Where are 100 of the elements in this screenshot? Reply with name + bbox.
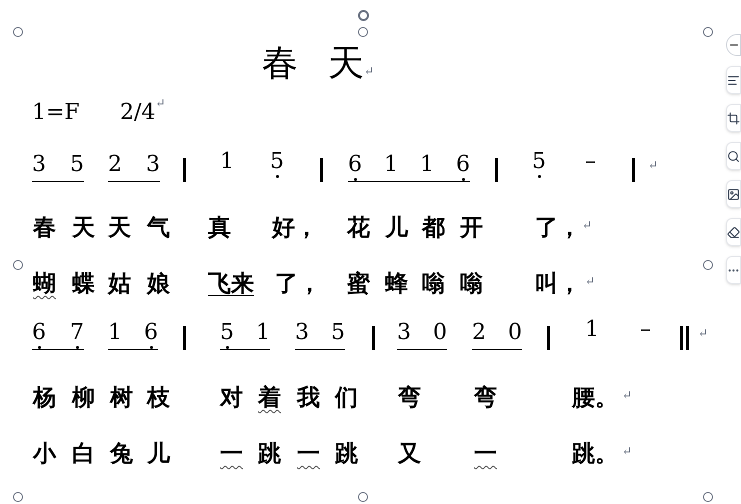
toolbar-button[interactable] (726, 142, 741, 170)
search-icon (727, 150, 740, 162)
lyric-syllable: 娘 (147, 270, 170, 297)
lyric-syllable: 花 (347, 214, 370, 241)
paragraph-mark: ↵ (648, 158, 658, 172)
lyric-syllable: 跳。 (572, 440, 618, 467)
lyric-syllable: 嗡 (422, 270, 445, 297)
lyric-syllable: 春 (33, 214, 56, 241)
song-title: 春 (262, 46, 298, 82)
lyric-syllable: 跳 (335, 440, 358, 467)
paragraph-mark: ↵ (585, 274, 596, 288)
lyric-syllable: 开 (460, 214, 483, 241)
paragraph-mark: ↵ (698, 326, 708, 340)
note: 5 (532, 151, 546, 178)
paragraph-mark: ↵ (622, 388, 632, 402)
paragraph-mark: ↵ (364, 64, 374, 78)
rotate-handle[interactable] (358, 10, 369, 21)
lyric-syllable: 好， (272, 214, 318, 241)
note: 1 (108, 322, 122, 347)
toolbar-button[interactable] (726, 66, 741, 94)
lyric-syllable: 真 (208, 214, 231, 241)
resize-handle[interactable] (703, 27, 713, 37)
note: 1 (420, 154, 434, 179)
paragraph-mark: ↵ (582, 218, 592, 232)
lyric-syllable: 一 (474, 440, 497, 467)
note: 0 (508, 322, 522, 347)
note: 1 (220, 151, 234, 176)
lyric-syllable: 枝 (147, 384, 170, 411)
lyric-syllable: 白 (72, 440, 95, 467)
lyric-syllable: 柳 (72, 384, 95, 411)
resize-handle[interactable] (703, 260, 713, 270)
lyric-syllable: 兔 (110, 440, 133, 467)
toolbar-button[interactable] (726, 218, 741, 246)
toolbar-button[interactable] (726, 180, 741, 208)
final-bar-line (680, 326, 689, 350)
lyric-syllable: 一 (297, 440, 320, 467)
paragraph-mark: ↵ (622, 444, 632, 458)
lyric-syllable: 树 (110, 384, 133, 411)
lyric-syllable: 了， (535, 214, 581, 241)
note: 6 (32, 322, 46, 349)
collapse-button[interactable] (726, 34, 741, 56)
lyric-syllable: 嗡 (460, 270, 483, 297)
bar-line (320, 158, 323, 182)
note: 1 (384, 154, 398, 179)
resize-handle[interactable] (13, 27, 23, 37)
note: 1 (585, 319, 599, 344)
bar-line (495, 158, 498, 182)
song-title: 天 (328, 46, 364, 82)
resize-handle[interactable] (703, 492, 713, 502)
lyric-syllable: 弯 (398, 384, 421, 411)
lyric-syllable: 腰。 (572, 384, 618, 411)
more-button[interactable] (726, 256, 741, 284)
lyric-syllable: 天 (108, 214, 131, 241)
lyric-syllable: 蝴 (33, 270, 56, 297)
lyric-syllable: 跳 (258, 440, 281, 467)
bar-line (183, 158, 186, 182)
lyric-syllable: 杨 (33, 384, 56, 411)
note: – (585, 151, 596, 176)
lyric-syllable: 飞来 (208, 270, 254, 297)
lyric-syllable: 儿 (385, 214, 408, 241)
key-signature: 1=F (32, 102, 81, 124)
note: 6 (348, 154, 362, 181)
note: 6 (144, 322, 158, 349)
note: 5 (220, 322, 234, 349)
resize-handle[interactable] (13, 492, 23, 502)
note: 0 (433, 322, 447, 347)
lyric-syllable: 小 (33, 440, 56, 467)
image-icon (727, 188, 740, 200)
lyric-syllable: 蝶 (72, 270, 95, 297)
bar-line (183, 326, 186, 350)
lyric-syllable: 们 (335, 384, 358, 411)
lyric-syllable: 天 (72, 214, 95, 241)
toolbar-button[interactable] (726, 104, 741, 132)
resize-handle[interactable] (13, 260, 23, 270)
lyric-syllable: 叫， (535, 270, 581, 297)
bar-line (547, 326, 550, 350)
note: 5 (331, 322, 345, 347)
bar-line (372, 326, 375, 350)
note: 6 (456, 154, 470, 181)
lyric-syllable: 弯 (474, 384, 497, 411)
note: 2 (108, 154, 122, 179)
time-signature: 2/4 (120, 102, 156, 124)
lyric-syllable: 都 (422, 214, 445, 241)
lyric-syllable: 儿 (147, 440, 170, 467)
lyric-syllable: 我 (297, 384, 320, 411)
resize-handle[interactable] (358, 492, 368, 502)
text-wrap-icon (727, 74, 740, 86)
lyric-syllable: 着 (258, 384, 281, 411)
note: 5 (70, 154, 84, 179)
note: 3 (295, 322, 309, 347)
note: 3 (397, 322, 411, 347)
resize-handle[interactable] (358, 27, 368, 37)
lyric-syllable: 一 (220, 440, 243, 467)
note: 7 (70, 322, 84, 349)
lyric-syllable: 姑 (108, 270, 131, 297)
lyric-syllable: 蜂 (385, 270, 408, 297)
paragraph-mark: ↵ (155, 97, 166, 109)
lyric-syllable: 了， (275, 270, 321, 297)
lyric-syllable: 又 (398, 440, 421, 467)
crop-icon (727, 112, 740, 124)
